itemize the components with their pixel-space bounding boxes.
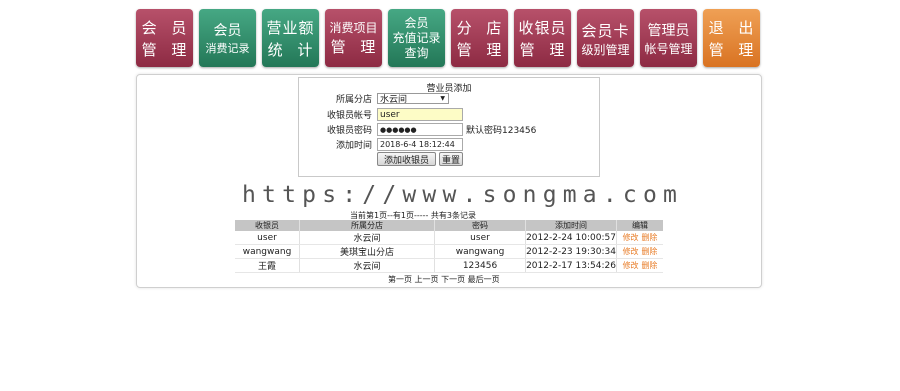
password-row: 收银员密码 ●●●●●● 默认密码123456 [299,123,599,136]
cell-time: 2012-2-24 10:00:57 [525,231,617,245]
nav-label-line2: 管 理 [708,40,759,59]
branch-select-value: 水云间 [380,95,408,105]
cell-actions: 修改 删除 [616,258,663,273]
edit-link[interactable]: 修改 [623,233,639,242]
nav-label-line1: 分 店 [456,18,507,37]
delete-link[interactable]: 删除 [641,233,657,242]
cell-cashier: wangwang [235,244,300,259]
nav-admin-account-management[interactable]: 管理员 帐号管理 [640,9,697,67]
add-cashier-button[interactable]: 添加收银员 [377,152,436,166]
account-input[interactable]: user [377,108,463,121]
nav-label-line2: 管 理 [456,40,507,59]
nav-label-line2: 帐号管理 [644,41,693,56]
account-label: 收银员帐号 [326,111,372,121]
nav-label-line2: 管 理 [330,37,381,56]
nav-label-line2: 级别管理 [581,42,630,57]
account-row: 收银员帐号 user [299,108,599,121]
table-header-row: 收银员 所属分店 密码 添加时间 编辑 [235,220,663,231]
add-cashier-form: 营业员添加 所属分店 水云间 ▼ 收银员帐号 user 收银员密码 ●●●●●●… [298,77,600,177]
edit-link[interactable]: 修改 [623,261,639,270]
nav-label-line1: 营业额 [266,18,315,37]
branch-row: 所属分店 水云间 ▼ [299,92,599,105]
account-input-value: user [380,109,400,120]
nav-member-consumption-records[interactable]: 会员 消费记录 [199,9,256,67]
time-input[interactable]: 2018-6-4 18:12:44 [377,138,463,151]
password-label: 收银员密码 [326,126,372,136]
column-header-cashier: 收银员 [235,220,300,231]
cell-cashier: 王霞 [235,258,300,273]
nav-logout[interactable]: 退 出 管 理 [703,9,760,67]
nav-label-line1: 消费项目 [329,20,378,35]
cell-branch: 水云间 [299,231,435,245]
cell-time: 2012-2-23 19:30:34 [525,244,617,259]
nav-member-management[interactable]: 会 员 管 理 [136,9,193,67]
nav-label-line2: 统 计 [267,40,318,59]
nav-label-line1: 会员 [213,22,242,39]
nav-branch-management[interactable]: 分 店 管 理 [451,9,508,67]
time-label: 添加时间 [335,141,372,151]
cell-actions: 修改 删除 [616,231,663,245]
nav-label-line2: 管 理 [141,40,192,59]
table-row: wangwang 美琪宝山分店 wangwang 2012-2-23 19:30… [235,244,663,259]
nav-label-line1: 会 员 [141,18,192,37]
cell-cashier: user [235,231,300,245]
nav-card-level-management[interactable]: 会员卡 级别管理 [577,9,634,67]
column-header-time: 添加时间 [525,220,617,231]
delete-link[interactable]: 删除 [641,247,657,256]
table-row: 王霞 水云间 123456 2012-2-17 13:54:26 修改 删除 [235,258,663,273]
time-input-value: 2018-6-4 18:12:44 [380,140,455,149]
nav-revenue-statistics[interactable]: 营业额 统 计 [262,9,319,67]
cell-password: user [434,231,526,245]
time-row: 添加时间 2018-6-4 18:12:44 [299,138,599,151]
delete-link[interactable]: 删除 [641,261,657,270]
nav-recharge-records[interactable]: 会员 充值记录 查询 [388,9,445,67]
cell-password: wangwang [434,244,526,259]
cell-password: 123456 [434,258,526,273]
nav-label-line2: 消费记录 [205,41,250,55]
edit-link[interactable]: 修改 [623,247,639,256]
cell-branch: 水云间 [299,258,435,273]
password-input[interactable]: ●●●●●● [377,123,463,136]
cell-actions: 修改 删除 [616,244,663,259]
watermark-text: https://www.songma.com [242,182,684,208]
nav-label-line2: 充值记录 [392,31,441,45]
nav-label-line1: 会员 [404,16,429,30]
pager-links[interactable]: 第一页 上一页 下一页 最后一页 [388,274,500,285]
nav-cashier-management[interactable]: 收银员 管 理 [514,9,571,67]
column-header-edit: 编辑 [616,220,663,231]
nav-label-line1: 收银员 [518,18,567,37]
cell-time: 2012-2-17 13:54:26 [525,258,617,273]
cell-branch: 美琪宝山分店 [299,244,435,259]
nav-label-line1: 管理员 [647,22,690,39]
nav-label-line2: 管 理 [519,40,570,59]
nav-label-line1: 会员卡 [581,21,630,40]
password-input-value: ●●●●●● [380,125,417,134]
branch-label: 所属分店 [335,95,372,105]
nav-consumption-items[interactable]: 消费项目 管 理 [325,9,382,67]
reset-button[interactable]: 重置 [439,152,463,166]
nav-label-line3: 查询 [404,46,429,60]
password-hint: 默认密码123456 [466,126,537,136]
table-row: user 水云间 user 2012-2-24 10:00:57 修改 删除 [235,231,663,245]
column-header-password: 密码 [434,220,526,231]
cashier-table: 收银员 所属分店 密码 添加时间 编辑 user 水云间 user 2012-2… [235,220,663,273]
top-nav: 会 员 管 理 会员 消费记录 营业额 统 计 消费项目 管 理 会员 充值记录… [136,9,760,67]
nav-label-line1: 退 出 [708,18,759,37]
chevron-down-icon: ▼ [440,95,445,102]
column-header-branch: 所属分店 [299,220,435,231]
branch-select[interactable]: 水云间 ▼ [377,93,449,105]
